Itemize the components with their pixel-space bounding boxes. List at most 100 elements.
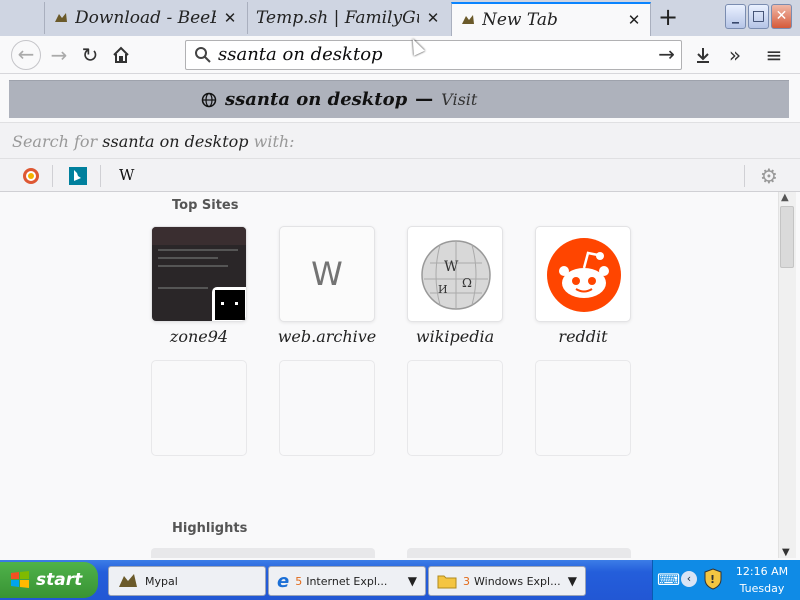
chevron-down-icon: ▼ [567,574,577,588]
screenshot-header [152,227,246,245]
search-icon [195,47,211,63]
duckduckgo-icon[interactable] [21,166,41,186]
tab-new-tab[interactable]: New Tab ✕ [451,2,651,36]
tab-title: Download - BeeBE [75,8,216,28]
top-site-placeholder[interactable] [535,360,631,456]
keyboard-icon[interactable]: ⌨ [657,570,680,589]
tab-title: Temp.sh | FamilyGuyS [256,8,419,28]
zone94-favicon [212,287,246,321]
search-with-header: Search for ssanta on desktop with: [0,122,800,158]
reddit-icon [547,238,621,312]
navigation-toolbar: ← → ↻ ssanta on desktop → » ≡ [0,36,800,74]
chevron-down-icon: ▼ [407,574,417,588]
overflow-button[interactable]: » [720,40,750,70]
engine-separator [100,165,101,187]
folder-icon [437,575,457,589]
letter-icon: W [311,255,343,293]
top-site-tile-wikipedia[interactable]: W Ω И [407,226,503,322]
mypal-favicon-icon [55,13,67,22]
back-button[interactable]: ← [11,40,41,70]
screenshot-line [158,249,238,251]
zone94-dot [221,302,224,305]
highlight-card[interactable] [407,548,631,558]
task-label: Windows Expl... [474,574,561,588]
downloads-button[interactable] [688,40,718,70]
svg-text:Ω: Ω [462,276,472,290]
home-button[interactable] [106,40,136,70]
engine-separator [744,165,745,187]
maximize-button[interactable]: □ [748,4,769,29]
tab-title: New Tab [482,10,558,30]
url-bar[interactable]: ssanta on desktop → [185,40,682,70]
start-label: start [36,570,83,590]
start-button[interactable]: start [0,562,98,598]
top-site-label: zone94 [169,327,229,346]
suggestion-dash: — [415,89,434,110]
screenshot-line [158,265,228,267]
taskbar-item-internet-explorer[interactable]: e 5 Internet Expl... ▼ [268,566,426,596]
search-with-query: ssanta on desktop [102,132,249,151]
screenshot-line [158,257,218,259]
page-scrollbar[interactable]: ▲ ▼ [778,192,796,558]
close-icon[interactable]: ✕ [222,9,238,27]
top-site-tile-web-archive[interactable]: W [279,226,375,322]
zone94-dot [235,302,238,305]
scroll-down-icon[interactable]: ▼ [782,547,790,558]
go-arrow-icon[interactable]: → [658,42,675,66]
task-count: 5 [295,574,303,588]
clock-time[interactable]: 12:16 AM [733,565,791,578]
highlight-card[interactable] [151,548,375,558]
forward-button[interactable]: → [44,40,74,70]
wikipedia-globe-icon: W Ω И [421,240,491,310]
wikipedia-icon[interactable]: W [119,166,139,186]
close-icon[interactable]: ✕ [626,11,642,29]
new-tab-content: Top Sites zone94 W web.archive W Ω И wik… [0,192,778,558]
top-site-tile-reddit[interactable] [535,226,631,322]
tray-expand-icon[interactable]: ‹ [681,571,697,587]
top-site-placeholder[interactable] [407,360,503,456]
top-site-label: web.archive [277,327,377,346]
taskbar-item-windows-explorer[interactable]: 3 Windows Expl... ▼ [428,566,586,596]
task-count: 3 [463,574,470,588]
download-icon [697,48,709,63]
search-with-suffix: with: [253,132,295,151]
windows-logo-icon [11,571,29,588]
bing-icon[interactable] [68,166,88,186]
new-tab-button[interactable]: + [654,5,682,31]
taskbar: start Mypal e 5 Internet Expl... ▼ 3 Win… [0,560,800,600]
search-engines-bar: W ⚙ [0,158,800,192]
menu-button[interactable]: ≡ [759,40,789,70]
tab-strip: Download - BeeBE ✕ Temp.sh | FamilyGuyS … [0,0,800,36]
tab-download[interactable]: Download - BeeBE ✕ [44,2,246,34]
top-site-placeholder[interactable] [151,360,247,456]
close-window-button[interactable]: ✕ [771,4,792,29]
scroll-up-icon[interactable]: ▲ [781,192,789,203]
taskbar-item-mypal[interactable]: Mypal [108,566,266,596]
globe-icon [201,92,217,107]
reload-button[interactable]: ↻ [75,40,105,70]
minimize-button[interactable]: _ [725,4,746,29]
top-site-label: wikipedia [415,327,495,346]
home-icon [113,46,129,63]
system-tray: ⌨ ‹ ! 12:16 AM Tuesday [652,560,800,600]
highlights-title: Highlights [172,521,248,536]
mypal-icon [119,574,137,587]
engine-separator [52,165,53,187]
url-suggestion-row[interactable]: ssanta on desktop — Visit [9,80,789,118]
svg-text:И: И [438,283,448,296]
top-site-label: reddit [558,327,608,346]
top-site-placeholder[interactable] [279,360,375,456]
tab-temp-sh[interactable]: Temp.sh | FamilyGuyS ✕ [247,2,449,34]
security-shield-icon[interactable]: ! [703,568,723,590]
top-site-tile-zone94[interactable] [151,226,247,322]
internet-explorer-icon: e [277,570,290,592]
scroll-thumb[interactable] [780,206,794,268]
suggestion-text: ssanta on desktop [225,89,408,110]
gear-icon[interactable]: ⚙ [760,164,778,188]
url-input[interactable]: ssanta on desktop [218,44,383,65]
close-icon[interactable]: ✕ [425,9,441,27]
wikipedia-glyph: W [119,166,135,184]
mypal-favicon-icon [462,15,474,24]
screenshot-line [158,287,208,289]
search-with-prefix: Search for [12,132,98,151]
